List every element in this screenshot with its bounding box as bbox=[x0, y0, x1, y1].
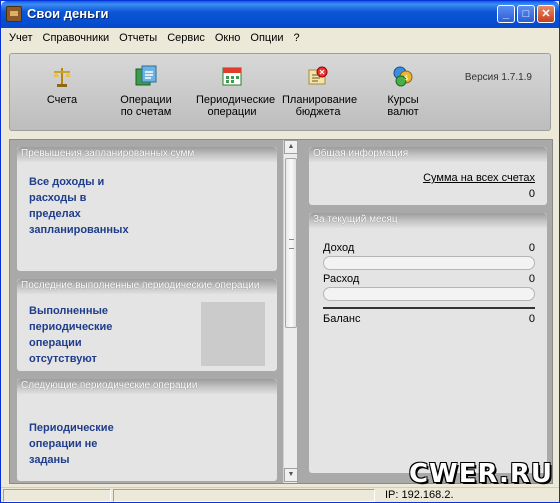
income-progress-bar bbox=[323, 256, 535, 270]
toolbar-label: Счета bbox=[46, 94, 78, 106]
income-label: Доход bbox=[323, 242, 355, 254]
menu-help[interactable]: ? bbox=[290, 32, 306, 44]
panel-current-month: За текущий месяц Доход 0 Расход 0 Баланс bbox=[308, 212, 548, 474]
income-value: 0 bbox=[528, 242, 535, 254]
menu-bar: Учет Справочники Отчеты Сервис Окно Опци… bbox=[5, 29, 555, 47]
panel-exceeded-sums: Превышения запланированных сумм Все дохо… bbox=[16, 146, 278, 272]
total-sum-value: 0 bbox=[528, 188, 535, 200]
panel-next-periodic: Следующие периодические операции Периоди… bbox=[16, 378, 278, 482]
menu-window[interactable]: Окно bbox=[211, 32, 247, 44]
status-bar: IP: 192.168.2. bbox=[1, 487, 559, 502]
total-sum-label: Сумма на всех счетах bbox=[423, 172, 535, 184]
scales-icon bbox=[53, 68, 71, 87]
window-title: Свои деньги bbox=[27, 6, 109, 21]
balance-value: 0 bbox=[528, 313, 535, 325]
minimize-button[interactable]: _ bbox=[497, 5, 515, 23]
version-label: Версия 1.7.1.9 bbox=[464, 72, 532, 83]
last-periodic-message: Выполненные периодические операции отсут… bbox=[29, 305, 113, 365]
toolbar: Счета Операции по счетам Периодические о… bbox=[9, 53, 551, 131]
main-content: Превышения запланированных сумм Все дохо… bbox=[9, 139, 553, 484]
scroll-thumb[interactable] bbox=[285, 158, 297, 328]
status-cell bbox=[3, 489, 111, 502]
toolbar-operations-button[interactable]: Операции по счетам bbox=[116, 64, 176, 118]
toolbar-periodic-button[interactable]: Периодические операции bbox=[196, 64, 275, 118]
maximize-button[interactable]: □ bbox=[517, 5, 535, 23]
panel-title: Общая информация bbox=[309, 147, 547, 162]
watermark-logo: CWER.RU bbox=[408, 459, 553, 489]
ip-address: IP: 192.168.2. bbox=[385, 489, 454, 501]
toolbar-label: Курсы валют bbox=[387, 94, 419, 118]
panel-general-info: Общая информация Сумма на всех счетах 0 bbox=[308, 146, 548, 206]
balance-row: Баланс 0 bbox=[323, 313, 535, 325]
panel-title: Следующие периодические операции bbox=[17, 379, 277, 394]
expense-label: Расход bbox=[323, 273, 360, 285]
menu-options[interactable]: Опции bbox=[246, 32, 289, 44]
next-periodic-message: Периодические операции не заданы bbox=[29, 422, 114, 466]
wallet-app-icon bbox=[6, 6, 22, 22]
calendar-icon bbox=[222, 67, 242, 86]
app-window: Свои деньги _ □ ✕ Учет Справочники Отчет… bbox=[0, 0, 560, 503]
menu-service[interactable]: Сервис bbox=[163, 32, 211, 44]
currency-coins-icon: $ bbox=[393, 66, 413, 87]
expense-progress-bar bbox=[323, 287, 535, 301]
budget-planning-icon bbox=[308, 66, 328, 85]
toolbar-label: Операции по счетам bbox=[120, 94, 172, 118]
expense-value: 0 bbox=[528, 273, 535, 285]
panel-title: За текущий месяц bbox=[309, 213, 547, 228]
scroll-up-button[interactable]: ▲ bbox=[284, 140, 298, 154]
accounts-operations-icon bbox=[135, 65, 157, 86]
panel-last-periodic: Последние выполненные периодические опер… bbox=[16, 278, 278, 372]
left-pane: Превышения запланированных сумм Все дохо… bbox=[10, 140, 302, 483]
menu-reports[interactable]: Отчеты bbox=[115, 32, 163, 44]
menu-references[interactable]: Справочники bbox=[39, 32, 116, 44]
panel-title: Превышения запланированных сумм bbox=[17, 147, 277, 162]
panel-title: Последние выполненные периодические опер… bbox=[17, 279, 277, 294]
balance-separator bbox=[323, 307, 535, 309]
toolbar-accounts-button[interactable]: Счета bbox=[40, 64, 84, 106]
left-pane-scrollbar[interactable]: ▲ ▼ bbox=[283, 140, 298, 483]
toolbar-budget-button[interactable]: Планирование бюджета bbox=[282, 64, 358, 118]
balance-label: Баланс bbox=[323, 313, 361, 325]
exceeded-message: Все доходы и расходы в пределах запланир… bbox=[29, 176, 129, 236]
scroll-down-button[interactable]: ▼ bbox=[284, 468, 298, 482]
toolbar-label: Планирование бюджета bbox=[282, 94, 358, 118]
menu-uchet[interactable]: Учет bbox=[5, 32, 39, 44]
empty-image-placeholder bbox=[201, 302, 265, 366]
title-bar[interactable]: Свои деньги _ □ ✕ bbox=[1, 1, 559, 28]
close-button[interactable]: ✕ bbox=[537, 5, 555, 23]
status-cell bbox=[113, 489, 375, 502]
expense-row: Расход 0 bbox=[323, 273, 535, 285]
svg-text:$: $ bbox=[404, 74, 408, 82]
income-row: Доход 0 bbox=[323, 242, 535, 254]
toolbar-label: Периодические операции bbox=[196, 94, 276, 118]
right-pane: Общая информация Сумма на всех счетах 0 … bbox=[308, 140, 552, 483]
toolbar-rates-button[interactable]: $ Курсы валют bbox=[380, 64, 426, 118]
